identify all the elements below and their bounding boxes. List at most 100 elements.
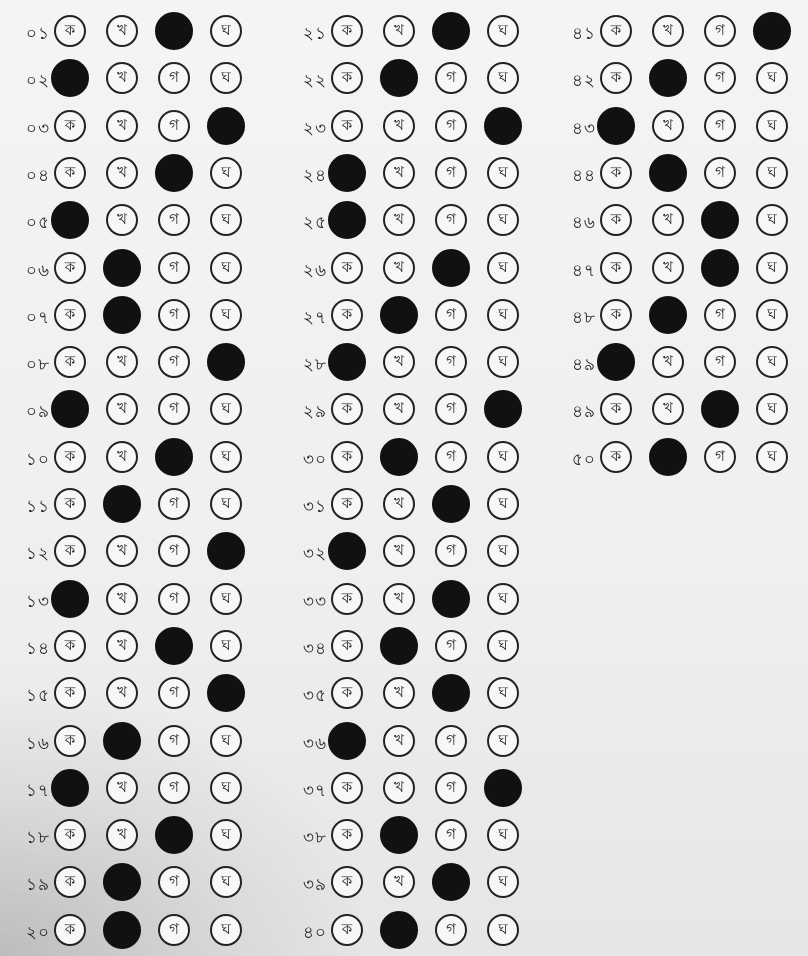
answer-bubble-filled[interactable]: ক <box>328 721 366 760</box>
answer-bubble[interactable]: ঘ <box>210 771 242 804</box>
answer-bubble[interactable]: ঘ <box>487 913 519 946</box>
answer-bubble[interactable]: গ <box>158 535 190 568</box>
answer-bubble[interactable]: ঘ <box>210 724 242 757</box>
answer-bubble[interactable]: খ <box>652 15 684 47</box>
answer-bubble-filled[interactable]: ক <box>328 532 366 571</box>
answer-bubble[interactable]: গ <box>704 346 736 379</box>
answer-bubble[interactable]: গ <box>158 677 190 710</box>
answer-bubble[interactable]: ঘ <box>487 535 519 568</box>
answer-bubble-filled[interactable]: গ <box>155 12 193 50</box>
answer-bubble[interactable]: খ <box>383 771 415 804</box>
answer-bubble[interactable]: ক <box>600 15 632 47</box>
answer-bubble[interactable]: ঘ <box>487 204 519 237</box>
answer-bubble-filled[interactable]: ক <box>328 201 366 240</box>
answer-bubble-filled[interactable]: খ <box>103 485 141 523</box>
answer-bubble[interactable]: ক <box>331 629 363 662</box>
answer-bubble[interactable]: গ <box>704 15 736 47</box>
answer-bubble[interactable]: ক <box>54 156 86 189</box>
answer-bubble[interactable]: খ <box>383 724 415 757</box>
answer-bubble[interactable]: খ <box>652 393 684 426</box>
answer-bubble[interactable]: খ <box>652 346 684 379</box>
answer-bubble-filled[interactable]: গ <box>155 437 193 476</box>
answer-bubble[interactable]: ঘ <box>210 62 242 95</box>
answer-bubble[interactable]: খ <box>383 582 415 615</box>
answer-bubble-filled[interactable]: ঘ <box>207 343 245 382</box>
answer-bubble[interactable]: ঘ <box>210 15 242 47</box>
answer-bubble-filled[interactable]: ঘ <box>207 532 245 571</box>
answer-bubble[interactable]: ক <box>331 298 363 331</box>
answer-bubble[interactable]: গ <box>158 913 190 946</box>
answer-bubble-filled[interactable]: ঘ <box>484 106 522 145</box>
answer-bubble-filled[interactable]: গ <box>432 12 470 50</box>
answer-bubble[interactable]: খ <box>106 204 138 237</box>
answer-bubble[interactable]: ঘ <box>210 629 242 662</box>
answer-bubble-filled[interactable]: খ <box>649 295 687 334</box>
answer-bubble[interactable]: ক <box>54 109 86 142</box>
answer-bubble[interactable]: খ <box>106 15 138 47</box>
answer-bubble[interactable]: ঘ <box>210 819 242 852</box>
answer-bubble-filled[interactable]: ক <box>51 579 89 618</box>
answer-bubble[interactable]: ঘ <box>210 251 242 284</box>
answer-bubble-filled[interactable]: খ <box>380 59 418 98</box>
answer-bubble-filled[interactable]: ঘ <box>207 674 245 713</box>
answer-bubble[interactable]: ক <box>331 440 363 473</box>
answer-bubble[interactable]: ক <box>54 535 86 568</box>
answer-bubble[interactable]: ঘ <box>210 156 242 189</box>
answer-bubble[interactable]: খ <box>383 15 415 47</box>
answer-bubble[interactable]: খ <box>383 346 415 379</box>
answer-bubble[interactable]: গ <box>435 535 467 568</box>
answer-bubble[interactable]: ক <box>54 346 86 379</box>
answer-bubble-filled[interactable]: ক <box>51 768 89 807</box>
answer-bubble-filled[interactable]: ক <box>328 153 366 192</box>
answer-bubble[interactable]: গ <box>435 298 467 331</box>
answer-bubble[interactable]: ক <box>331 15 363 47</box>
answer-bubble[interactable]: খ <box>106 109 138 142</box>
answer-bubble[interactable]: গ <box>158 109 190 142</box>
answer-bubble-filled[interactable]: খ <box>103 721 141 760</box>
answer-bubble[interactable]: খ <box>383 393 415 426</box>
answer-bubble[interactable]: ক <box>54 251 86 284</box>
answer-bubble[interactable]: ঘ <box>487 298 519 331</box>
answer-bubble-filled[interactable]: গ <box>432 485 470 523</box>
answer-bubble[interactable]: গ <box>435 204 467 237</box>
answer-bubble[interactable]: ক <box>54 629 86 662</box>
answer-bubble[interactable]: ঘ <box>756 109 788 142</box>
answer-bubble[interactable]: ঘ <box>756 440 788 473</box>
answer-bubble[interactable]: গ <box>704 109 736 142</box>
answer-bubble[interactable]: ঘ <box>756 62 788 95</box>
answer-bubble[interactable]: গ <box>704 62 736 95</box>
answer-bubble[interactable]: খ <box>383 109 415 142</box>
answer-bubble[interactable]: ঘ <box>487 866 519 899</box>
answer-bubble[interactable]: ক <box>54 724 86 757</box>
answer-bubble[interactable]: ঘ <box>487 251 519 284</box>
answer-bubble[interactable]: খ <box>106 819 138 852</box>
answer-bubble[interactable]: ঘ <box>487 488 519 520</box>
answer-bubble[interactable]: গ <box>158 62 190 95</box>
answer-bubble[interactable]: ক <box>331 771 363 804</box>
answer-bubble-filled[interactable]: খ <box>380 295 418 334</box>
answer-bubble[interactable]: ক <box>331 866 363 899</box>
answer-bubble-filled[interactable]: গ <box>432 579 470 618</box>
answer-bubble[interactable]: খ <box>383 535 415 568</box>
answer-bubble[interactable]: ক <box>54 677 86 710</box>
answer-bubble[interactable]: গ <box>158 771 190 804</box>
answer-bubble[interactable]: খ <box>383 677 415 710</box>
answer-bubble[interactable]: ক <box>331 393 363 426</box>
answer-bubble[interactable]: খ <box>106 346 138 379</box>
answer-bubble-filled[interactable]: ঘ <box>484 390 522 429</box>
answer-bubble-filled[interactable]: ক <box>597 343 635 382</box>
answer-bubble[interactable]: গ <box>158 488 190 520</box>
answer-bubble[interactable]: খ <box>652 204 684 237</box>
answer-bubble[interactable]: খ <box>383 251 415 284</box>
answer-bubble-filled[interactable]: ঘ <box>207 106 245 145</box>
answer-bubble[interactable]: ঘ <box>756 393 788 426</box>
answer-bubble[interactable]: ঘ <box>487 15 519 47</box>
answer-bubble[interactable]: ক <box>54 440 86 473</box>
answer-bubble-filled[interactable]: গ <box>155 816 193 855</box>
answer-bubble[interactable]: গ <box>158 582 190 615</box>
answer-bubble[interactable]: ঘ <box>487 677 519 710</box>
answer-bubble[interactable]: ক <box>600 298 632 331</box>
answer-bubble[interactable]: ঘ <box>487 724 519 757</box>
answer-bubble-filled[interactable]: খ <box>649 59 687 98</box>
answer-bubble[interactable]: ঘ <box>210 440 242 473</box>
